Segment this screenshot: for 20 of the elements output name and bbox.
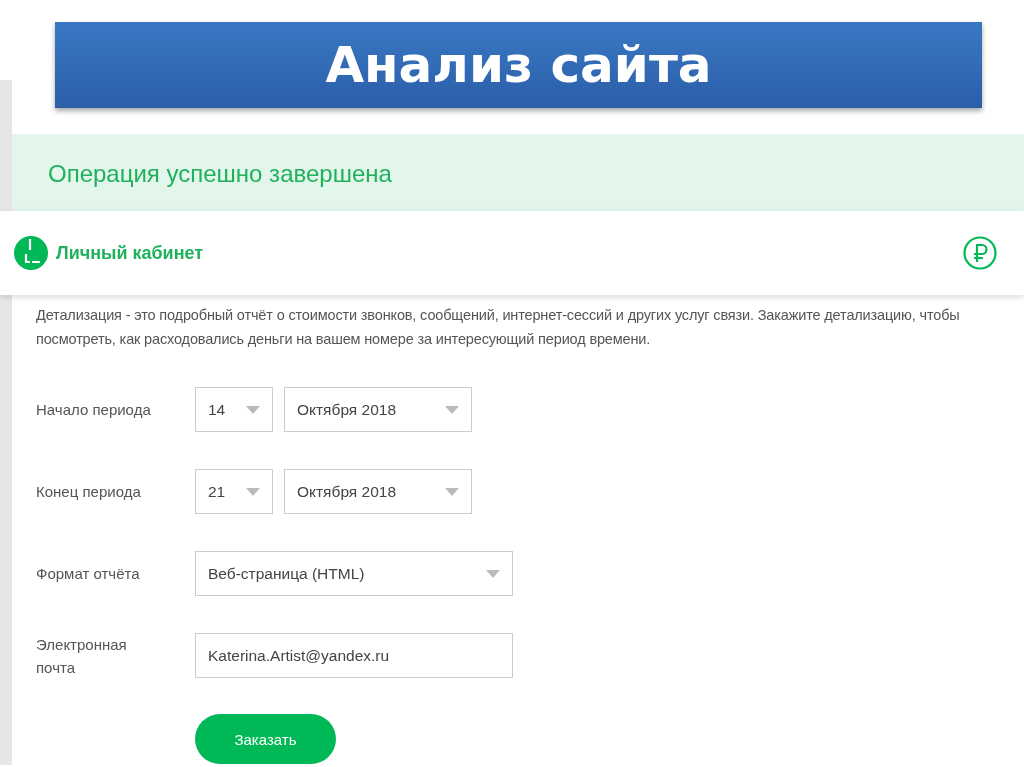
- day-select[interactable]: 21: [195, 469, 273, 514]
- caret-icon: [246, 405, 260, 414]
- month-select[interactable]: Октября 2018: [284, 469, 472, 514]
- caret-icon: [445, 405, 459, 414]
- field-label: Конец периода: [36, 482, 142, 502]
- description-text: Детализация - это подробный отчёт о стоимости звонков, сообщений, интернет-сессий и других услуг связи. Закажите детализацию, чтобы посмотреть, как расходовались деньги на вашем номере за интересующий период времени.: [36, 306, 961, 349]
- month-select[interactable]: Октября 2018: [284, 387, 472, 432]
- field-label: Электронная почта: [36, 634, 128, 678]
- caret-icon: [246, 487, 260, 496]
- field-label: Начало периода: [36, 400, 152, 420]
- email-field[interactable]: Katerina.Artist@yandex.ru: [195, 633, 513, 678]
- caret-icon: [445, 487, 459, 496]
- field-label: Формат отчёта: [36, 564, 141, 584]
- caret-icon: [486, 569, 500, 578]
- success-message: Операция успешно завершена: [48, 159, 392, 188]
- ruble-icon[interactable]: [963, 236, 997, 270]
- format-select[interactable]: Веб-страница (HTML): [195, 551, 513, 596]
- slide-title: Анализ сайта: [325, 36, 712, 94]
- day-select[interactable]: 14: [195, 387, 273, 432]
- logo-icon: [14, 236, 48, 270]
